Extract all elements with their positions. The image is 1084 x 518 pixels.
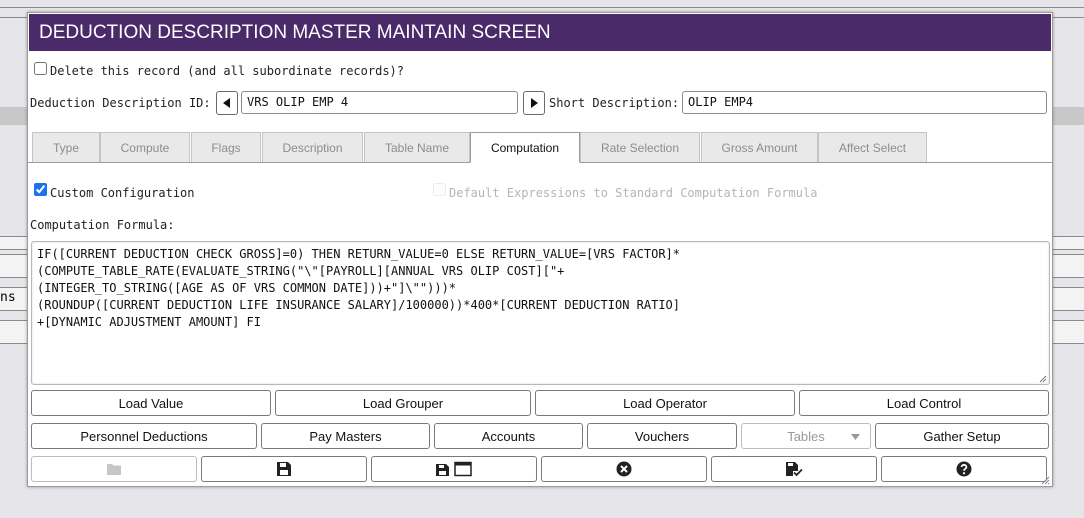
deduction-id-input[interactable]: VRS OLIP EMP 4 [241,91,518,114]
tab-flags[interactable]: Flags [191,132,261,162]
short-description-input[interactable]: OLIP EMP4 [682,91,1047,114]
dialog-resize-grip-icon[interactable] [1041,476,1050,485]
dialog-title: DEDUCTION DESCRIPTION MASTER MAINTAIN SC… [29,14,1051,51]
save-window-icon [436,461,472,477]
load-control-button[interactable]: Load Control [799,390,1049,416]
triangle-left-icon [223,98,230,108]
computation-formula-textarea[interactable]: IF([CURRENT DEDUCTION CHECK GROSS]=0) TH… [31,241,1050,385]
pay-masters-button[interactable]: Pay Masters [261,423,430,449]
custom-configuration-checkbox[interactable] [34,183,47,196]
delete-record-label: Delete this record (and all subordinate … [50,64,405,78]
load-operator-button[interactable]: Load Operator [535,390,795,416]
save-button[interactable] [201,456,367,482]
delete-record-checkbox[interactable] [34,62,47,75]
background-text-fragment: ns [0,290,16,305]
tab-description[interactable]: Description [262,132,363,162]
accounts-button[interactable]: Accounts [434,423,583,449]
vouchers-button[interactable]: Vouchers [587,423,737,449]
computation-formula-label: Computation Formula: [30,218,175,232]
tab-affect-select[interactable]: Affect Select [818,132,927,162]
tab-rate-selection[interactable]: Rate Selection [580,132,700,162]
tab-type[interactable]: Type [32,132,100,162]
save-window-button[interactable] [371,456,537,482]
custom-configuration-label: Custom Configuration [50,186,195,200]
save-icon [277,462,291,476]
tab-gross-amount[interactable]: Gross Amount [701,132,818,162]
save-check-icon [786,462,803,477]
close-button[interactable] [541,456,707,482]
default-expressions-label: Default Expressions to Standard Computat… [449,186,818,200]
personnel-deductions-button[interactable]: Personnel Deductions [31,423,257,449]
tab-computation[interactable]: Computation [470,132,580,163]
help-icon [956,461,972,477]
tab-table-name[interactable]: Table Name [364,132,470,162]
open-folder-button[interactable] [31,456,197,482]
tab-compute[interactable]: Compute [100,132,190,162]
next-record-button[interactable] [523,91,545,115]
deduction-description-dialog: DEDUCTION DESCRIPTION MASTER MAINTAIN SC… [27,12,1053,487]
gather-setup-button[interactable]: Gather Setup [875,423,1049,449]
folder-icon [107,464,121,475]
background-rule [0,7,1084,8]
tables-dropdown[interactable]: Tables [741,423,871,449]
save-and-check-button[interactable] [711,456,877,482]
chevron-down-icon [851,434,860,440]
previous-record-button[interactable] [216,91,238,115]
resize-grip-icon[interactable] [1039,375,1047,383]
triangle-right-icon [531,98,538,108]
load-grouper-button[interactable]: Load Grouper [275,390,531,416]
deduction-id-label: Deduction Description ID: [30,96,211,110]
close-circle-icon [616,461,632,477]
short-description-label: Short Description: [549,96,680,110]
default-expressions-checkbox[interactable] [433,183,446,196]
load-value-button[interactable]: Load Value [31,390,271,416]
tables-dropdown-label: Tables [787,428,825,444]
help-button[interactable] [881,456,1047,482]
